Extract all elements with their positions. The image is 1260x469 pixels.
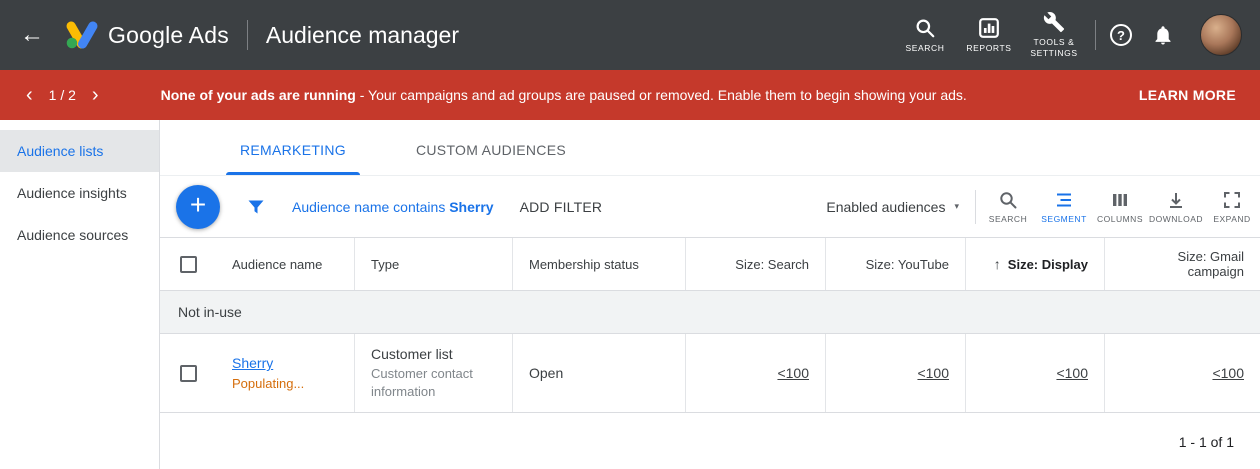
tab-custom-audiences[interactable]: CUSTOM AUDIENCES bbox=[416, 142, 566, 175]
cell-membership-status: Open bbox=[513, 334, 686, 412]
checkbox-icon bbox=[180, 256, 197, 273]
brand-text: Google Ads bbox=[108, 22, 229, 49]
size-gmail-value[interactable]: <100 bbox=[1212, 365, 1244, 381]
learn-more-button[interactable]: LEARN MORE bbox=[1139, 87, 1236, 103]
chevron-down-icon: ▾ bbox=[954, 201, 959, 212]
columns-label: COLUMNS bbox=[1097, 214, 1143, 224]
select-all-checkbox[interactable] bbox=[160, 238, 216, 290]
segment-icon bbox=[1054, 190, 1074, 210]
cell-type: Customer list Customer contact informati… bbox=[355, 334, 513, 412]
topbar-separator bbox=[1095, 20, 1096, 50]
filter-icon[interactable] bbox=[246, 197, 266, 217]
topbar: ← Google Ads Audience manager SEARCH REP… bbox=[0, 0, 1260, 70]
download-icon bbox=[1166, 190, 1186, 210]
table-search-button[interactable]: SEARCH bbox=[980, 186, 1036, 228]
banner-next-icon[interactable]: › bbox=[92, 85, 99, 105]
expand-button[interactable]: EXPAND bbox=[1204, 186, 1260, 228]
audience-status-dropdown[interactable]: Enabled audiences ▾ bbox=[826, 199, 959, 215]
add-audience-button[interactable]: + bbox=[176, 185, 220, 229]
sort-up-icon: ↑ bbox=[994, 256, 1001, 272]
google-ads-logo-icon bbox=[66, 21, 98, 49]
size-youtube-value[interactable]: <100 bbox=[917, 365, 949, 381]
row-checkbox[interactable] bbox=[160, 334, 216, 412]
user-avatar[interactable] bbox=[1200, 14, 1242, 56]
alert-banner: ‹ 1 / 2 › None of your ads are running -… bbox=[0, 70, 1260, 120]
cell-size-youtube: <100 bbox=[826, 334, 966, 412]
size-display-value[interactable]: <100 bbox=[1056, 365, 1088, 381]
table-row: Sherry Populating... Customer list Custo… bbox=[160, 334, 1260, 413]
download-label: DOWNLOAD bbox=[1149, 214, 1203, 224]
google-ads-logo[interactable]: Google Ads bbox=[66, 21, 229, 49]
tab-remarketing[interactable]: REMARKETING bbox=[240, 142, 346, 175]
columns-icon bbox=[1110, 190, 1130, 210]
banner-prev-icon[interactable]: ‹ bbox=[26, 85, 33, 105]
header-size-gmail[interactable]: Size: Gmail campaign bbox=[1105, 238, 1260, 290]
toolbar-separator bbox=[975, 190, 976, 224]
populating-status: Populating... bbox=[232, 376, 338, 391]
banner-pager: ‹ 1 / 2 › bbox=[0, 85, 127, 105]
cell-audience-name: Sherry Populating... bbox=[216, 334, 355, 412]
sidebar-item-audience-insights[interactable]: Audience insights bbox=[0, 172, 159, 214]
tab-bar: REMARKETING CUSTOM AUDIENCES bbox=[160, 120, 1260, 176]
sidebar: Audience lists Audience insights Audienc… bbox=[0, 120, 160, 469]
nav-reports-button[interactable]: REPORTS bbox=[957, 13, 1021, 58]
cell-size-display: <100 bbox=[966, 334, 1105, 412]
wrench-icon bbox=[1043, 11, 1065, 33]
page-title: Audience manager bbox=[266, 22, 459, 49]
cell-size-search: <100 bbox=[686, 334, 826, 412]
nav-tools-settings-label: TOOLS & SETTINGS bbox=[1021, 37, 1087, 58]
header-size-display-label: Size: Display bbox=[1008, 257, 1088, 272]
pagination-label: 1 - 1 of 1 bbox=[1179, 434, 1234, 450]
header-type[interactable]: Type bbox=[355, 238, 513, 290]
columns-button[interactable]: COLUMNS bbox=[1092, 186, 1148, 228]
banner-message-rest: - Your campaigns and ad groups are pause… bbox=[356, 87, 967, 103]
size-search-value[interactable]: <100 bbox=[777, 365, 809, 381]
sidebar-item-audience-sources[interactable]: Audience sources bbox=[0, 214, 159, 256]
header-size-display[interactable]: ↑ Size: Display bbox=[966, 238, 1105, 290]
active-filter-chip[interactable]: Audience name contains Sherry bbox=[292, 199, 494, 215]
nav-tools-settings-button[interactable]: TOOLS & SETTINGS bbox=[1021, 7, 1087, 62]
type-sub: Customer contact information bbox=[371, 365, 496, 400]
banner-message: None of your ads are running - Your camp… bbox=[161, 87, 967, 103]
notifications-bell-icon[interactable] bbox=[1152, 24, 1174, 46]
table-header-row: Audience name Type Membership status Siz… bbox=[160, 238, 1260, 291]
plus-icon: + bbox=[190, 191, 206, 219]
cell-size-gmail: <100 bbox=[1105, 334, 1260, 412]
header-size-search[interactable]: Size: Search bbox=[686, 238, 826, 290]
banner-page-count: 1 / 2 bbox=[49, 87, 76, 103]
toolbar: + Audience name contains Sherry ADD FILT… bbox=[160, 176, 1260, 238]
filter-chip-text: Audience name contains bbox=[292, 199, 449, 215]
header-audience-name[interactable]: Audience name bbox=[216, 238, 355, 290]
type-main: Customer list bbox=[371, 346, 496, 362]
checkbox-icon bbox=[180, 365, 197, 382]
header-membership-status[interactable]: Membership status bbox=[513, 238, 686, 290]
expand-icon bbox=[1222, 190, 1242, 210]
banner-message-bold: None of your ads are running bbox=[161, 87, 356, 103]
header-size-youtube[interactable]: Size: YouTube bbox=[826, 238, 966, 290]
table-search-label: SEARCH bbox=[989, 214, 1027, 224]
nav-search-button[interactable]: SEARCH bbox=[893, 13, 957, 58]
expand-label: EXPAND bbox=[1213, 214, 1250, 224]
group-row-not-in-use: Not in-use bbox=[160, 291, 1260, 334]
topbar-divider bbox=[247, 20, 248, 50]
filter-chip-value: Sherry bbox=[449, 199, 493, 215]
nav-reports-label: REPORTS bbox=[966, 43, 1011, 54]
dropdown-value: Enabled audiences bbox=[826, 199, 945, 215]
help-icon[interactable]: ? bbox=[1110, 24, 1132, 46]
table-footer: 1 - 1 of 1 bbox=[160, 413, 1260, 469]
membership-value: Open bbox=[529, 365, 669, 381]
reports-icon bbox=[978, 17, 1000, 39]
add-filter-button[interactable]: ADD FILTER bbox=[520, 199, 603, 215]
sidebar-item-audience-lists[interactable]: Audience lists bbox=[0, 130, 159, 172]
segment-label: SEGMENT bbox=[1041, 214, 1087, 224]
audience-name-link[interactable]: Sherry bbox=[232, 355, 338, 371]
nav-search-label: SEARCH bbox=[905, 43, 944, 54]
back-arrow-icon[interactable]: ← bbox=[20, 23, 44, 47]
download-button[interactable]: DOWNLOAD bbox=[1148, 186, 1204, 228]
segment-button[interactable]: SEGMENT bbox=[1036, 186, 1092, 228]
search-icon bbox=[998, 190, 1018, 210]
search-icon bbox=[914, 17, 936, 39]
